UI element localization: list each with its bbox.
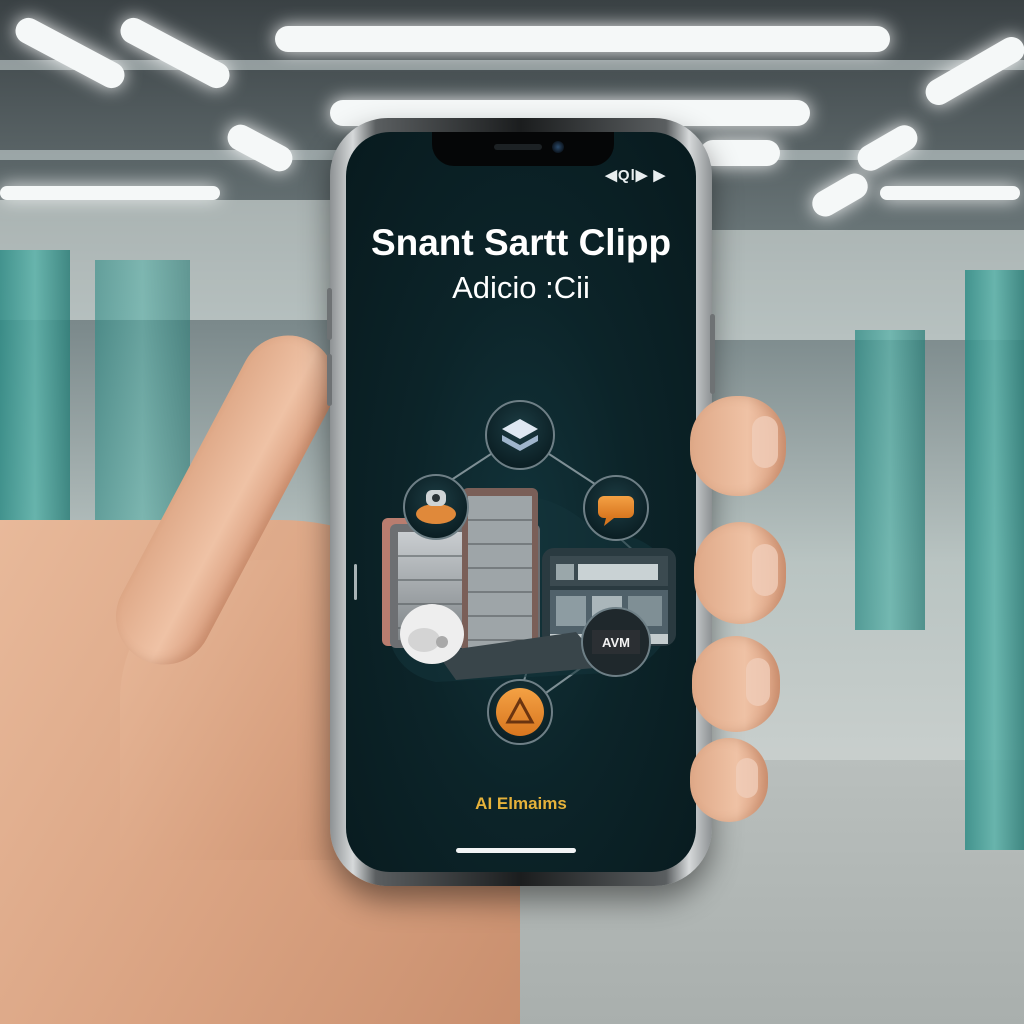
ceiling-light [222, 120, 298, 176]
ceiling-light [807, 168, 873, 222]
ceiling-light [920, 32, 1024, 110]
chat-bubble-node[interactable] [583, 475, 649, 541]
volume-up-button [327, 288, 332, 340]
fingernail [746, 658, 770, 706]
fingernail [736, 758, 758, 798]
brand-logo-node[interactable]: AVM [581, 607, 651, 677]
little-finger [690, 738, 768, 822]
smartphone: ◀Ql▶ ▶ Snant Sartt Clipp Adicio :Cii AVM… [327, 118, 715, 886]
security-camera-icon [400, 604, 464, 664]
feature-diagram: AVM [382, 400, 676, 745]
ring-finger [692, 636, 780, 732]
ceiling-light [115, 13, 235, 93]
fingernail [752, 544, 778, 596]
ceiling-beam [0, 60, 1024, 70]
photo-background: ◀Ql▶ ▶ Snant Sartt Clipp Adicio :Cii AVM… [0, 0, 1024, 1024]
brand-footer: AI Elmaims [475, 794, 567, 813]
teal-pillar [965, 270, 1024, 850]
middle-finger [694, 522, 786, 624]
ceiling-light [852, 120, 923, 176]
ceiling-light [0, 186, 220, 200]
fingernail [752, 416, 778, 468]
power-button [710, 314, 715, 394]
index-finger [690, 396, 786, 496]
triangle-logo-node[interactable] [487, 679, 553, 745]
home-indicator[interactable] [456, 848, 576, 853]
ceiling-light [700, 140, 780, 166]
robot-device-node[interactable] [403, 474, 469, 540]
layers-node[interactable] [485, 400, 555, 470]
mock-sign-text: AVM [602, 635, 630, 650]
ceiling-light [880, 186, 1020, 200]
ceiling-light [275, 26, 890, 52]
ceiling-light [10, 13, 130, 93]
volume-down-button [327, 354, 332, 406]
phone-screen: ◀Ql▶ ▶ Snant Sartt Clipp Adicio :Cii AVM… [346, 132, 696, 872]
teal-pillar [855, 330, 925, 630]
